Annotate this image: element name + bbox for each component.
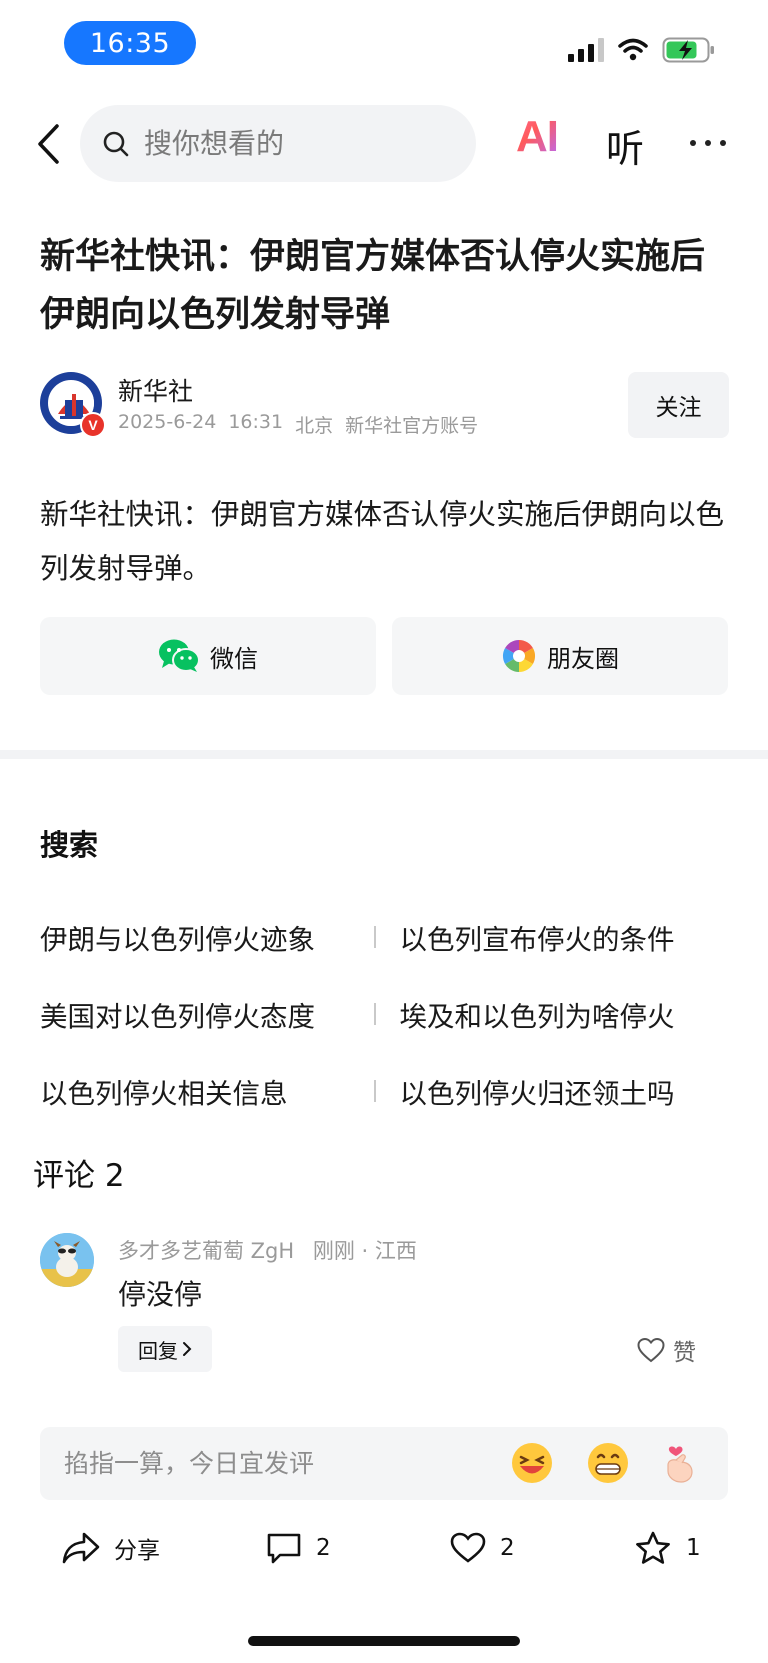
- wechat-icon: [159, 639, 200, 672]
- related-search-list: 伊朗与以色列停火迹象 以色列宣布停火的条件 美国对以色列停火态度 埃及和以色列为…: [40, 898, 730, 1129]
- heart-icon: [637, 1337, 665, 1363]
- bottom-action-bar: 分享 2 2 1: [0, 1520, 768, 1576]
- comment-like-label: 赞: [673, 1340, 696, 1366]
- chevron-left-icon: [38, 124, 59, 164]
- section-divider: [0, 750, 768, 759]
- share-moments-button[interactable]: 朋友圈: [392, 617, 728, 695]
- related-search-item[interactable]: 以色列停火归还领土吗: [400, 1071, 728, 1111]
- search-divider: [374, 925, 376, 948]
- related-search-item[interactable]: 以色列宣布停火的条件: [400, 917, 728, 957]
- status-time: 16:35: [64, 21, 196, 65]
- finger-heart-emoji-icon[interactable]: [658, 1441, 702, 1485]
- comment-icon: [267, 1533, 301, 1564]
- verified-badge-icon: V: [80, 412, 106, 438]
- comment-item: 多才多艺葡萄 ZgH 刚刚 · 江西 停没停 回复 赞: [40, 1233, 730, 1373]
- commenter-name[interactable]: 多才多艺葡萄 ZgH: [118, 1239, 294, 1263]
- favorite-button[interactable]: 1: [634, 1520, 701, 1576]
- back-button[interactable]: [30, 118, 66, 170]
- commenter-info: 多才多艺葡萄 ZgH 刚刚 · 江西: [118, 1235, 417, 1265]
- search-divider: [374, 1002, 376, 1025]
- search-box[interactable]: [80, 105, 476, 182]
- commenter-avatar[interactable]: [40, 1233, 94, 1287]
- article-body: 新华社快讯：伊朗官方媒体否认停火实施后伊朗向以色列发射导弹。: [40, 498, 725, 585]
- dog-avatar-icon: [40, 1233, 94, 1287]
- reply-label: 回复: [138, 1338, 178, 1363]
- comments-title: 评论 2: [33, 1158, 125, 1194]
- like-button[interactable]: 2: [450, 1520, 515, 1576]
- heart-icon: [450, 1532, 486, 1563]
- moments-icon: [502, 639, 536, 673]
- share-row: 微信 朋友圈: [40, 617, 728, 695]
- battery-charging-icon: [662, 37, 714, 63]
- share-button[interactable]: 分享: [62, 1520, 160, 1576]
- search-input[interactable]: [144, 127, 444, 160]
- related-search-item[interactable]: 伊朗与以色列停火迹象: [40, 917, 368, 957]
- search-icon: [103, 131, 129, 156]
- related-search-item[interactable]: 美国对以色列停火态度: [40, 994, 368, 1034]
- related-search-item[interactable]: 以色列停火相关信息: [40, 1071, 368, 1111]
- comment-button[interactable]: 2: [266, 1520, 331, 1576]
- follow-button[interactable]: 关注: [628, 372, 729, 438]
- listen-button[interactable]: 听: [606, 118, 644, 173]
- share-moments-label: 朋友圈: [547, 644, 619, 673]
- grinning-emoji-icon[interactable]: [586, 1441, 630, 1485]
- article-meta: 2025-6-24 16:31 北京 新华社官方账号: [118, 411, 478, 438]
- account-type: 新华社官方账号: [345, 415, 479, 437]
- reply-button[interactable]: 回复: [118, 1326, 212, 1372]
- comment-like-button[interactable]: 赞: [637, 1333, 696, 1367]
- favorite-count: 1: [686, 1535, 701, 1561]
- search-divider: [374, 1079, 376, 1102]
- related-search-title: 搜索: [40, 828, 99, 862]
- comment-input[interactable]: [64, 1449, 464, 1478]
- laughing-emoji-icon[interactable]: [510, 1441, 554, 1485]
- comment-meta: 刚刚 · 江西: [312, 1239, 417, 1263]
- share-icon: [62, 1532, 100, 1564]
- star-icon: [636, 1531, 670, 1564]
- share-wechat-button[interactable]: 微信: [40, 617, 376, 695]
- publish-location: 北京: [295, 415, 334, 437]
- author-name[interactable]: 新华社: [118, 372, 193, 408]
- chevron-right-icon: [183, 1342, 192, 1356]
- comment-count: 2: [316, 1535, 331, 1561]
- comment-text: 停没停: [118, 1278, 203, 1311]
- home-indicator[interactable]: [248, 1636, 520, 1646]
- status-icons: [568, 36, 716, 64]
- share-wechat-label: 微信: [210, 644, 258, 673]
- comment-input-box[interactable]: [40, 1427, 728, 1500]
- share-label: 分享: [114, 1538, 160, 1564]
- publish-date: 2025-6-24: [118, 411, 217, 433]
- more-options-icon[interactable]: [690, 140, 726, 146]
- wifi-icon: [618, 38, 648, 61]
- cellular-signal-icon: [568, 38, 604, 62]
- publish-time: 16:31: [228, 411, 284, 433]
- ai-button[interactable]: AI: [516, 112, 559, 162]
- author-avatar[interactable]: V: [40, 372, 106, 438]
- related-search-item[interactable]: 埃及和以色列为啥停火: [400, 994, 728, 1034]
- like-count: 2: [500, 1535, 515, 1561]
- article-title: 新华社快讯：伊朗官方媒体否认停火实施后伊朗向以色列发射导弹: [40, 237, 706, 335]
